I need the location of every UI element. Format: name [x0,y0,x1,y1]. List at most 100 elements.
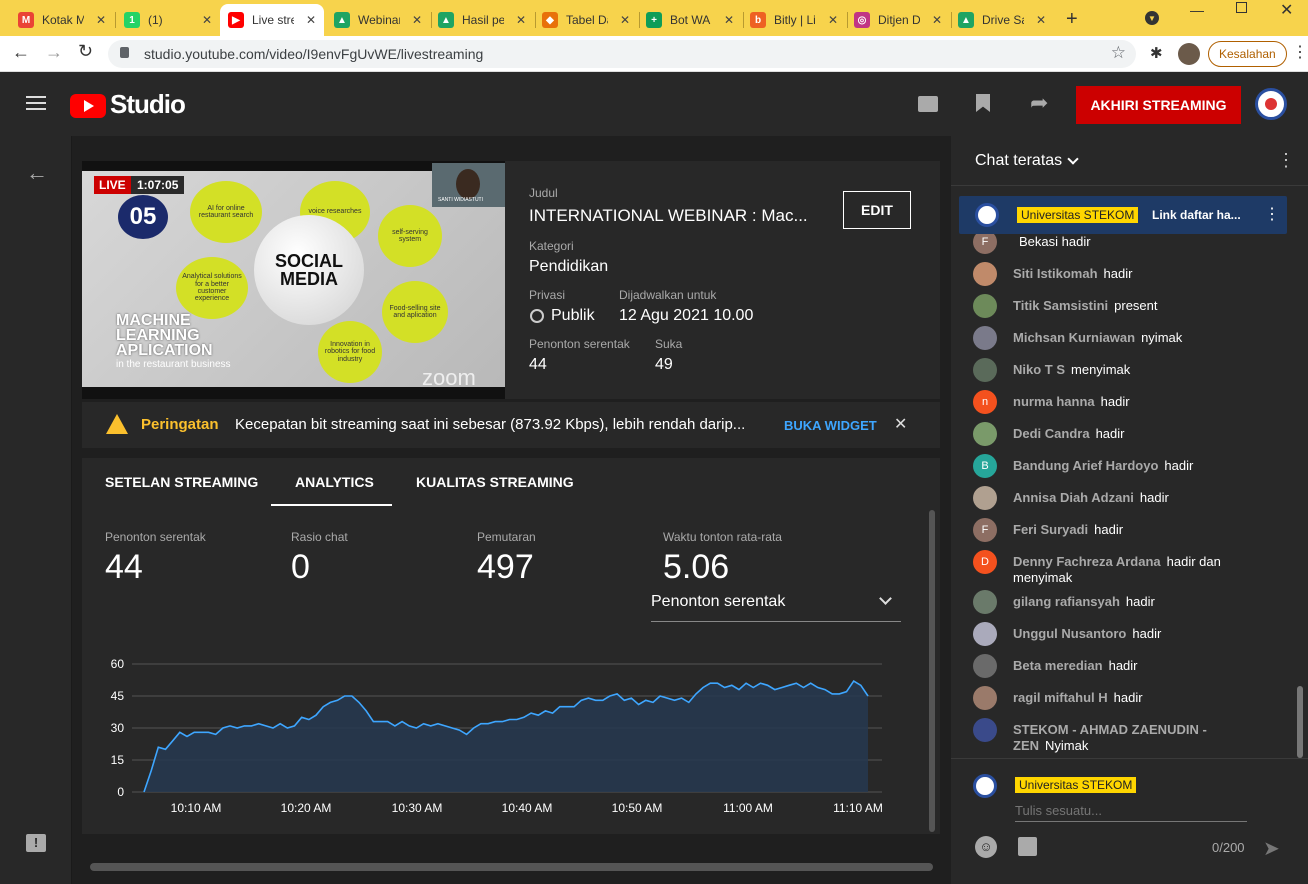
chat-message[interactable]: Dedi Candra hadir [973,422,1283,446]
open-widget-link[interactable]: BUKA WIDGET [784,418,877,433]
tab-favicon-icon: + [646,12,662,28]
composer-author-chip: Universitas STEKOM [1015,777,1137,793]
minimize-icon[interactable]: — [1190,2,1204,18]
dismiss-warning-icon[interactable]: ✕ [894,414,907,434]
left-rail: ← ! [0,136,72,884]
chat-message[interactable]: F Feri Suryadi hadir [973,518,1283,542]
chat-message-body: Beta meredian hadir [1013,654,1138,674]
browser-tab[interactable]: ▲ Webinar ✕ [326,4,430,36]
chat-message-body: Michsan Kurniawan nyimak [1013,326,1182,346]
close-tab-icon[interactable]: ✕ [724,13,734,27]
slide-headline: MACHINE LEARNING APLICATION [116,312,213,360]
concurrent-value: 44 [529,356,547,373]
reload-icon[interactable]: ↻ [78,41,93,62]
maximize-icon[interactable] [1236,2,1247,13]
stat-label-avg-watch: Waktu tonton rata-rata [663,530,782,544]
chat-menu-icon[interactable]: ⋮ [1277,150,1295,171]
emoji-icon[interactable]: ☺ [975,836,997,858]
chat-message[interactable]: ragil miftahul H hadir [973,686,1283,710]
stat-label-concurrent: Penonton serentak [105,530,206,544]
back-icon[interactable]: ← [12,42,30,63]
tab-stream-settings[interactable]: SETELAN STREAMING [105,474,258,490]
bookmark-star-icon[interactable]: ☆ [1111,43,1126,63]
browser-tab[interactable]: ▶ Live streaming ✕ [220,4,324,36]
close-window-icon[interactable]: ✕ [1280,0,1293,20]
chat-message[interactable]: STEKOM - AHMAD ZAENUDIN - ZEN Nyimak [973,718,1283,754]
y-tick-label: 0 [117,785,124,799]
hamburger-menu-icon[interactable] [26,94,46,112]
browser-tab[interactable]: ◆ Tabel Data ✕ [534,4,638,36]
error-chip[interactable]: Kesalahan [1208,41,1287,67]
close-tab-icon[interactable]: ✕ [1036,13,1046,27]
clapperboard-icon[interactable] [918,96,938,112]
close-tab-icon[interactable]: ✕ [516,13,526,27]
tab-analytics[interactable]: ANALYTICS [295,474,374,490]
elapsed-time: 1:07:05 [131,176,185,194]
close-tab-icon[interactable]: ✕ [932,13,942,27]
browser-tab[interactable]: ▲ Hasil pencarian ✕ [430,4,534,36]
forward-icon[interactable]: → [45,42,63,63]
close-tab-icon[interactable]: ✕ [412,13,422,27]
channel-avatar[interactable] [1255,88,1287,120]
chat-text: hadir [1100,394,1130,409]
chat-mode-chevron-icon[interactable] [1067,153,1079,165]
chat-text: hadir [1095,426,1125,441]
poll-icon[interactable] [1018,837,1037,856]
stream-preview[interactable]: 05 AI for online restaurant search voice… [82,161,505,399]
url-input[interactable]: studio.youtube.com/video/I9envFgUvWE/liv… [108,40,1136,68]
browser-tab[interactable]: M Kotak Masuk ✕ [10,4,114,36]
studio-logo-text: Studio [110,89,186,119]
tab-favicon-icon: ◆ [542,12,558,28]
chat-message[interactable]: Unggul Nusantoro hadir [973,622,1283,646]
browser-tab[interactable]: ▲ Drive Saya ✕ [950,4,1054,36]
chat-message[interactable]: Beta meredian hadir [973,654,1283,678]
chat-message[interactable]: Annisa Diah Adzani hadir [973,486,1283,510]
chat-message[interactable]: D Denny Fachreza Ardana hadir dan menyimak [973,550,1283,586]
chat-message[interactable]: Titik Samsistini present [973,294,1283,318]
x-tick-label: 10:30 AM [392,801,443,815]
scheduled-label: Dijadwalkan untuk [619,288,717,302]
browser-tab[interactable]: + Bot WA ✕ [638,4,742,36]
close-tab-icon[interactable]: ✕ [96,13,106,27]
browser-tab[interactable]: ◎ Ditjen Dikti ✕ [846,4,950,36]
edit-button[interactable]: EDIT [843,191,911,229]
chat-message-body: gilang rafiansyah hadir [1013,590,1155,610]
chat-title[interactable]: Chat teratas [975,152,1062,170]
chat-scrollbar[interactable] [1297,686,1303,758]
tab-search-icon[interactable]: ▼ [1145,11,1159,25]
profile-avatar[interactable] [1178,43,1200,65]
close-tab-icon[interactable]: ✕ [620,13,630,27]
close-tab-icon[interactable]: ✕ [828,13,838,27]
browser-tab[interactable]: b Bitly | Links ✕ [742,4,846,36]
scrollbar[interactable] [929,510,935,832]
extensions-icon[interactable]: ✱ [1150,44,1163,62]
close-tab-icon[interactable]: ✕ [202,13,212,27]
chat-message[interactable]: Michsan Kurniawan nyimak [973,326,1283,350]
horizontal-scrollbar[interactable] [90,863,933,871]
browser-tab[interactable]: 1 (1) ✕ [116,4,220,36]
share-icon[interactable]: ➦ [1030,90,1048,116]
bookmark-icon[interactable] [976,94,990,112]
new-tab-icon[interactable]: + [1066,8,1078,31]
send-icon[interactable]: ➤ [1263,836,1280,861]
metric-select[interactable]: Penonton serentak [651,588,901,622]
feedback-icon[interactable]: ! [26,834,46,852]
back-arrow-icon[interactable]: ← [26,160,48,186]
tab-stream-quality[interactable]: KUALITAS STREAMING [416,474,574,490]
stat-value-avg-watch: 5.06 [663,548,730,586]
youtube-logo-icon[interactable] [70,94,106,118]
end-stream-button[interactable]: AKHIRI STREAMING [1076,86,1241,124]
chat-message[interactable]: B Bandung Arief Hardoyo hadir [973,454,1283,478]
stat-value-plays: 497 [477,548,534,586]
chat-message[interactable]: gilang rafiansyah hadir [973,590,1283,614]
chat-message[interactable]: Siti Istikomah hadir [973,262,1283,286]
browser-menu-icon[interactable]: ⋮ [1292,42,1308,62]
close-tab-icon[interactable]: ✕ [306,13,316,27]
chat-input[interactable] [1015,800,1247,822]
chat-message[interactable]: Niko T S menyimak [973,358,1283,382]
category-label: Kategori [529,239,574,253]
pinned-message[interactable]: Universitas STEKOM Link daftar ha... ⋮ [959,196,1287,234]
chat-message[interactable]: n nurma hanna hadir [973,390,1283,414]
pinned-menu-icon[interactable]: ⋮ [1264,204,1280,224]
chat-message-body: Denny Fachreza Ardana hadir dan menyimak [1013,550,1283,586]
